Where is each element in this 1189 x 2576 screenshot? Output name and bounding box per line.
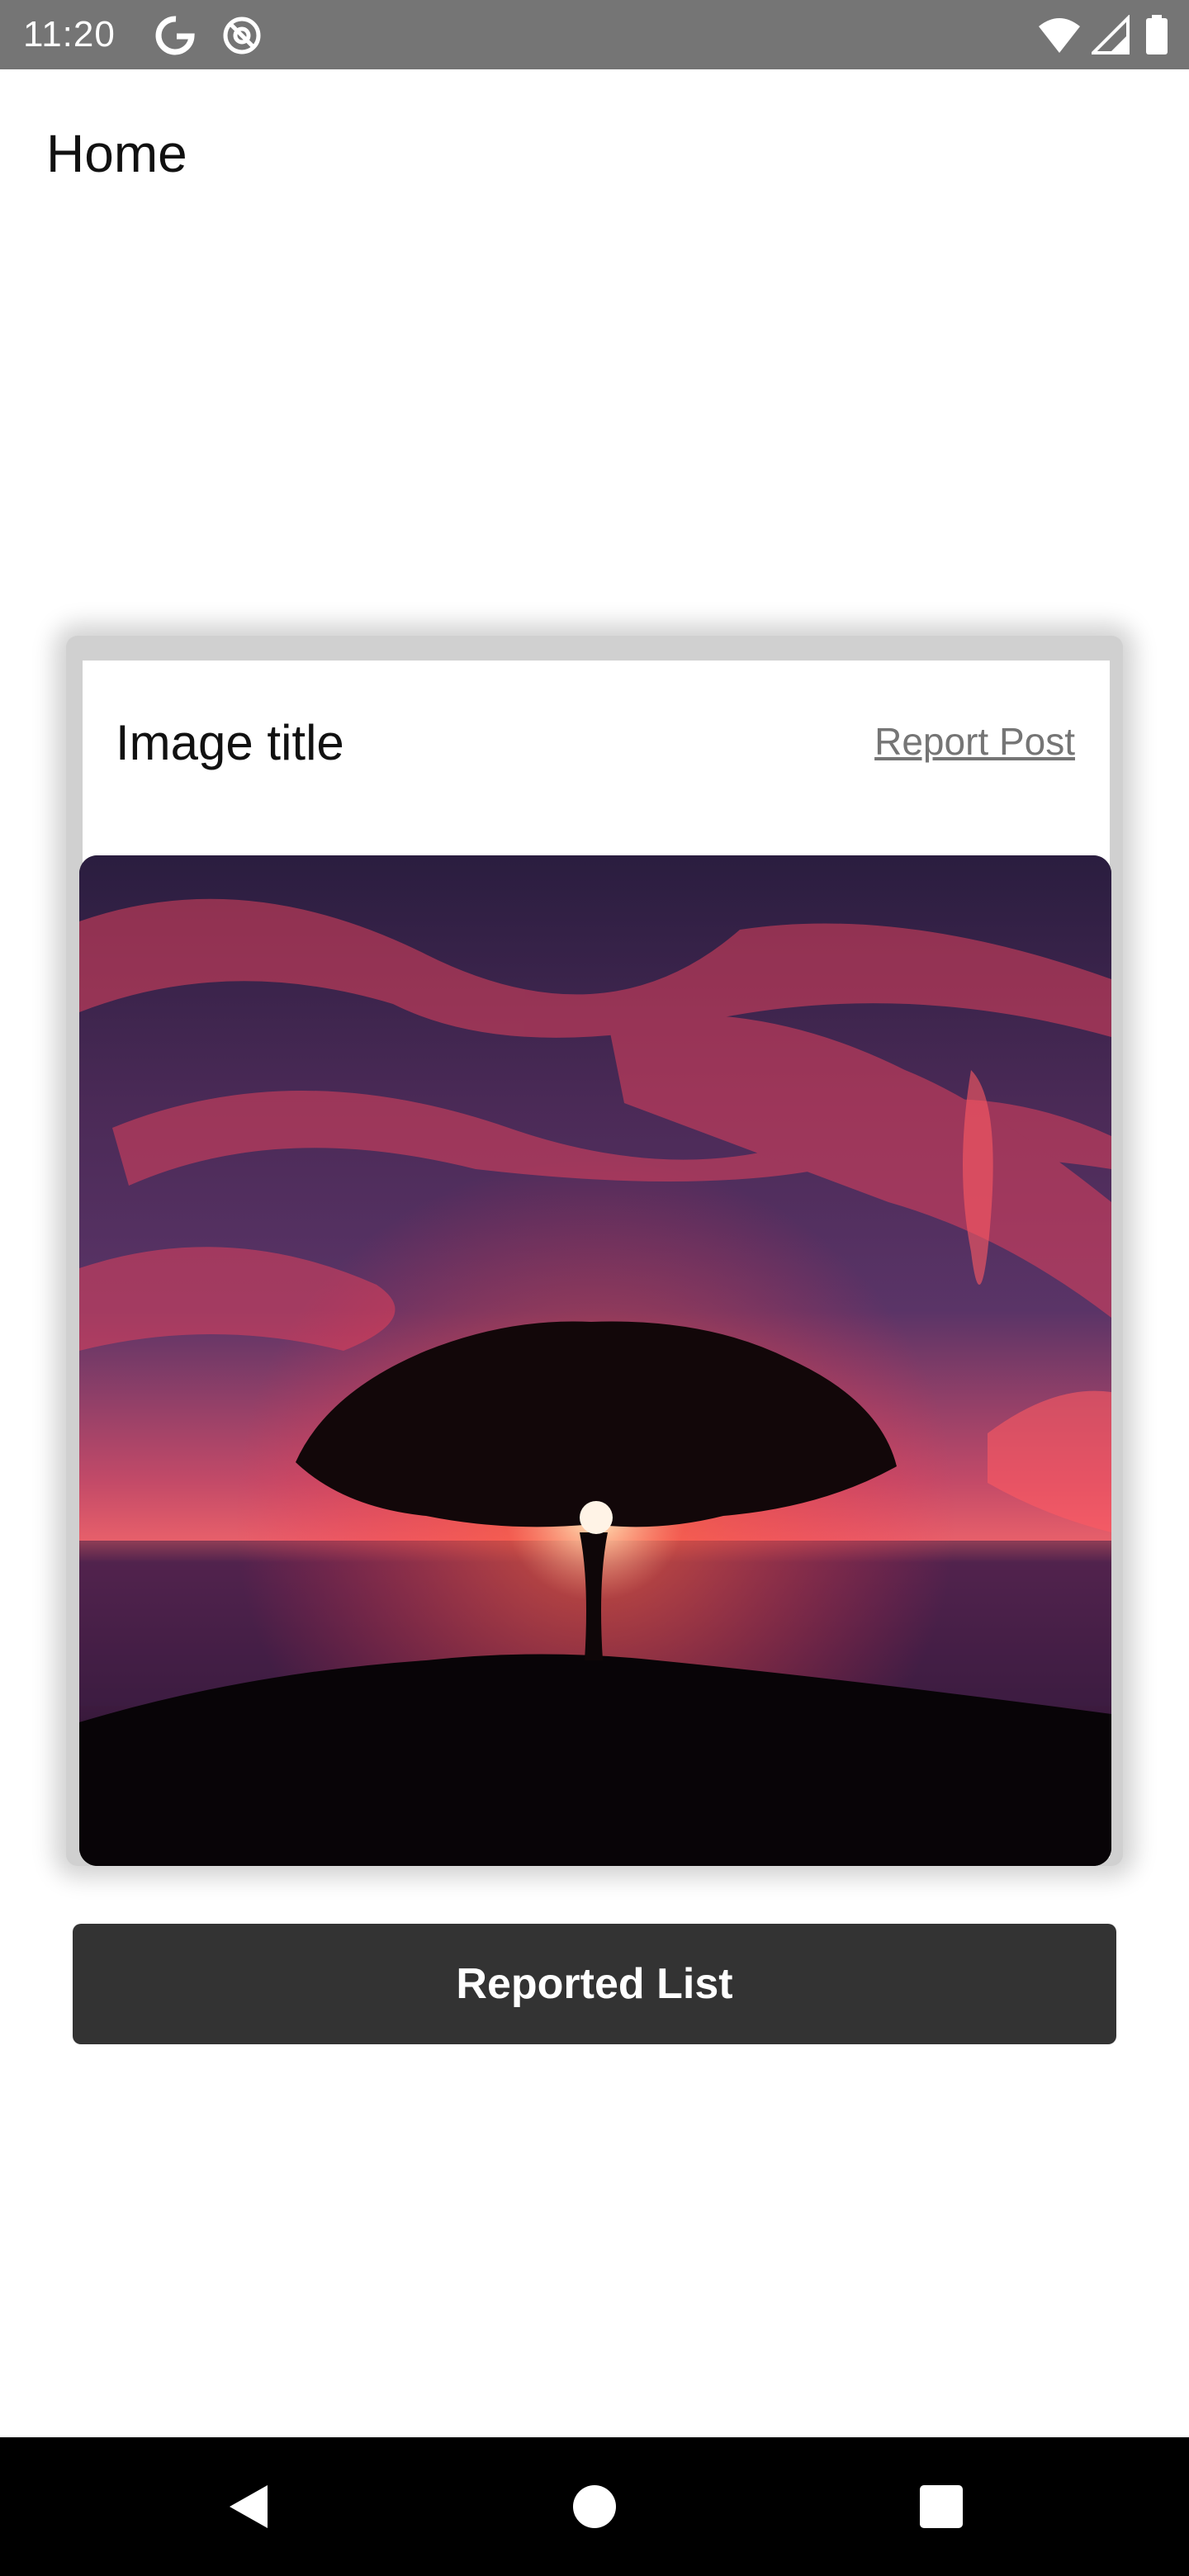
report-post-link[interactable]: Report Post: [874, 717, 1075, 766]
home-icon[interactable]: [561, 2474, 628, 2540]
reported-list-button[interactable]: Reported List: [73, 1924, 1116, 2044]
page-title: Home: [46, 124, 187, 183]
status-bar: 11:20: [0, 0, 1189, 69]
post-title: Image title: [116, 715, 344, 770]
sunset-tree-image: [79, 855, 1111, 1866]
wifi-icon: [1037, 15, 1080, 56]
app-bar: Home: [0, 69, 1189, 234]
battery-icon: [1144, 15, 1169, 56]
signal-icon: [1089, 14, 1133, 56]
at-sign-icon: [221, 15, 263, 56]
system-nav-bar: [0, 2437, 1189, 2576]
post-image: [79, 855, 1111, 1866]
recents-icon[interactable]: [908, 2474, 974, 2540]
status-time: 11:20: [23, 14, 116, 54]
google-g-icon: [155, 15, 197, 56]
back-icon[interactable]: [216, 2474, 282, 2540]
